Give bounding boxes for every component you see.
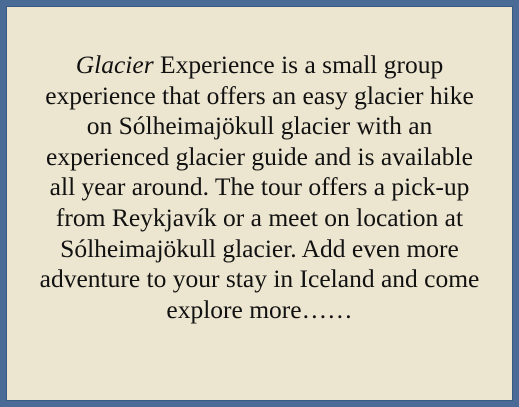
- info-card: Glacier Experience is a small group expe…: [6, 6, 513, 401]
- info-card-frame: Glacier Experience is a small group expe…: [0, 0, 519, 407]
- description-text: Glacier Experience is a small group expe…: [40, 50, 480, 325]
- italic-title-word: Glacier: [75, 50, 154, 79]
- description-body: Experience is a small group experience t…: [39, 50, 480, 324]
